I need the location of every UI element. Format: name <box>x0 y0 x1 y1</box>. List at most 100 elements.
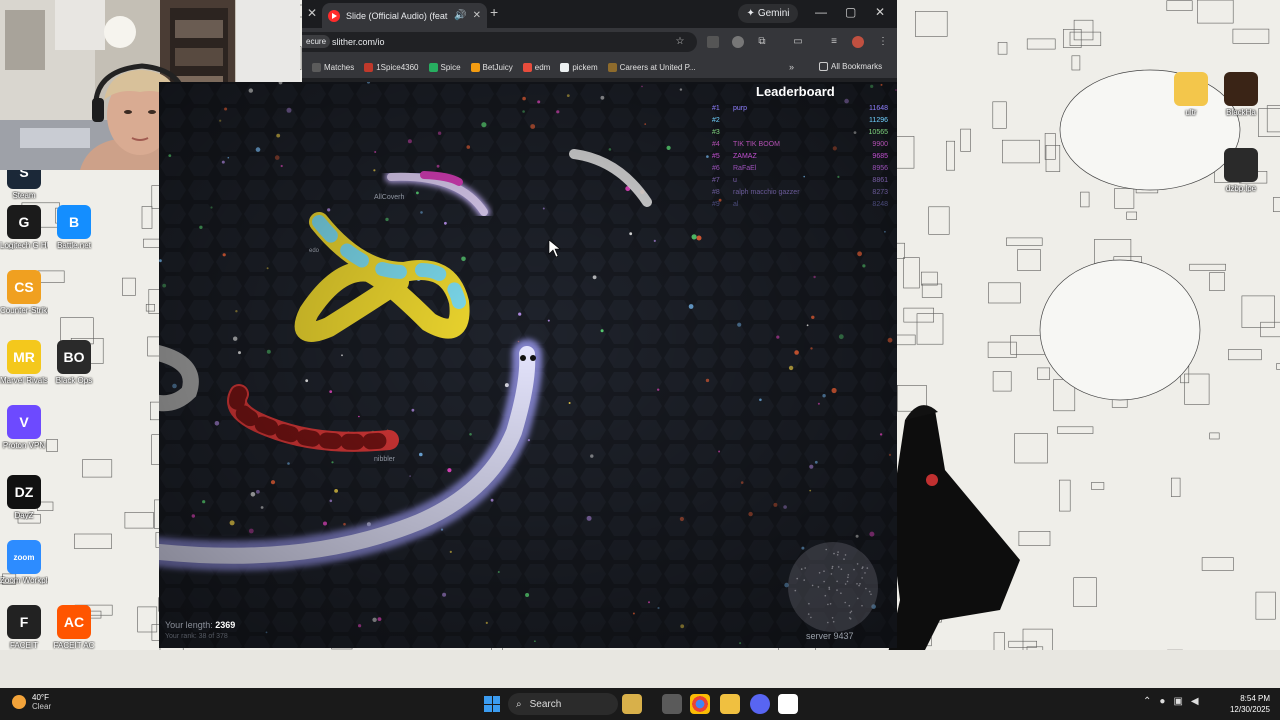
app-icon: zoom <box>7 540 41 574</box>
chevron-up-icon[interactable]: ⌃ <box>1143 696 1151 707</box>
speaker-icon[interactable]: 🔊 <box>454 10 466 21</box>
volume-icon[interactable]: ◀ <box>1191 696 1199 707</box>
extension-icon[interactable] <box>707 36 719 48</box>
bookmark-item[interactable]: edm <box>522 62 550 72</box>
app-icon: DZ <box>7 475 41 509</box>
media-control-icon[interactable]: ≡ <box>828 36 840 48</box>
not-secure-chip[interactable]: ecure <box>302 35 331 48</box>
microphone-icon[interactable]: ● <box>1159 696 1165 707</box>
desktop-icon[interactable]: F FACEIT <box>0 605 48 650</box>
leaderboard-name: ZAMAZ <box>733 153 757 160</box>
tab-title: Slide (Official Audio) (feat. <box>346 10 449 21</box>
desktop-icon[interactable]: zoom Zoom Workplace <box>0 540 48 585</box>
leaderboard-row: #9 al 8248 <box>712 199 888 211</box>
kebab-menu-icon[interactable]: ⋮ <box>877 36 889 48</box>
start-button[interactable] <box>484 696 500 712</box>
tab-close-icon[interactable]: ✕ <box>473 10 481 21</box>
profile-extension-icon[interactable] <box>732 36 744 48</box>
gemini-button[interactable]: ✦ Gemini <box>738 4 798 23</box>
clock-time: 8:54 PM <box>1240 694 1270 703</box>
bookmark-favicon-icon <box>607 62 617 72</box>
desktop-icon[interactable]: V Proton VPN <box>0 405 48 450</box>
bookmark-favicon-icon <box>560 62 570 72</box>
leaderboard-score: 8273 <box>872 189 888 196</box>
desktop-icon[interactable]: B Battle.net <box>50 205 98 250</box>
app-icon <box>1224 72 1258 106</box>
notes-app-icon[interactable] <box>778 694 798 714</box>
all-bookmarks[interactable]: All Bookmarks <box>819 62 882 71</box>
bookmark-item[interactable]: Careers at United P... <box>607 62 696 72</box>
bookmark-item[interactable]: pickem <box>560 62 598 72</box>
leaderboard-rank: #5 <box>712 153 720 160</box>
bookmark-label: pickem <box>572 62 598 72</box>
search-label: Search <box>529 698 562 710</box>
leaderboard-rank: #9 <box>712 201 720 208</box>
desktop-icon-label: Steam <box>12 191 36 200</box>
bookmark-item[interactable]: Spice <box>428 62 461 72</box>
puzzle-extensions-icon[interactable]: ⧉ <box>756 36 768 48</box>
leaderboard-score: 8861 <box>872 177 888 184</box>
close-window-icon[interactable]: ✕ <box>875 5 885 19</box>
new-tab-icon[interactable]: + <box>490 4 498 20</box>
bookmark-favicon-icon <box>312 62 321 72</box>
task-view-icon[interactable] <box>662 694 682 714</box>
star-bookmark-icon[interactable]: ☆ <box>674 36 686 48</box>
your-length-label: Your length: <box>165 620 213 630</box>
folder-icon <box>819 62 828 71</box>
discord-app-icon[interactable] <box>750 694 770 714</box>
leaderboard-name: u <box>733 177 737 184</box>
snake-name-label: nibbler <box>374 456 396 463</box>
desktop-icon[interactable]: AC FACEIT AC <box>50 605 98 650</box>
leaderboard-row: #5 ZAMAZ 9685 <box>712 151 888 163</box>
leaderboard-score: 9900 <box>872 141 888 148</box>
omnibox[interactable]: ecure slither.com/io ☆ <box>302 32 697 52</box>
tab-bar: ✕ Slide (Official Audio) (feat. 🔊 ✕ + ✦ … <box>302 0 897 28</box>
desktop-icon[interactable]: ultr <box>1167 72 1215 117</box>
file-explorer-icon[interactable] <box>720 694 740 714</box>
desktop-icon[interactable]: DZ DayZ <box>0 475 48 520</box>
desktop-icon[interactable]: CS Counter-Strike 2 <box>0 270 48 315</box>
desktop-icon-label: FACEIT <box>9 641 38 650</box>
desktop-icon[interactable]: BlackHa <box>1217 72 1265 117</box>
leaderboard-name: ralph macchio gazzer <box>733 189 800 196</box>
avatar[interactable] <box>852 36 864 48</box>
leaderboard-score: 10565 <box>868 129 888 136</box>
desktop-icon[interactable]: G Logitech G HUB <box>0 205 48 250</box>
taskbar-search[interactable]: ⌕ Search <box>508 693 618 715</box>
bookmark-label: 1Spice4360 <box>376 62 419 72</box>
desktop-icon[interactable]: BO Black Ops <box>50 340 98 385</box>
prev-tab-close-icon[interactable]: ✕ <box>307 6 317 20</box>
clock[interactable]: 8:54 PM 12/30/2025 <box>1220 693 1270 715</box>
desktop-icon-label: BlackHa <box>1226 108 1256 117</box>
desktop-icon[interactable]: MR Marvel Rivals <box>0 340 48 385</box>
url-text[interactable]: slither.com/io <box>332 37 385 47</box>
desktop-icon-label: Battle.net <box>57 241 91 250</box>
bookmark-item[interactable]: 1Spice4360 <box>364 62 419 72</box>
maximize-icon[interactable]: ▢ <box>845 5 856 19</box>
leaderboard-title: Leaderboard <box>756 84 835 99</box>
widgets-app-icon[interactable] <box>622 694 642 714</box>
minimize-icon[interactable]: — <box>815 5 827 19</box>
slither-game-canvas[interactable]: AllCoverh nibbler edo Leaderboard #1 purp… <box>159 82 897 648</box>
leaderboard-score: 8248 <box>872 201 888 208</box>
leaderboard-row: #1 purp 11648 <box>712 103 888 115</box>
chrome-app-icon[interactable] <box>690 694 710 714</box>
network-icon[interactable]: ▣ <box>1173 696 1182 707</box>
snake-name-label: AllCoverh <box>374 194 405 201</box>
leaderboard-row: #6 RaFaEl 8956 <box>712 163 888 175</box>
bookmark-item[interactable]: Matches <box>312 62 354 72</box>
desktop-icon-label: Logitech G HUB <box>0 241 48 250</box>
desktop-icon[interactable]: dzbp.lpe <box>1217 148 1265 193</box>
desktop-icon-label: DayZ <box>14 511 34 520</box>
bookmark-label: Careers at United P... <box>619 62 696 72</box>
leaderboard-score: 9685 <box>872 153 888 160</box>
leaderboard-row: #3 10565 <box>712 127 888 139</box>
more-bookmarks-icon[interactable]: » <box>789 62 794 72</box>
leaderboard-score: 8956 <box>872 165 888 172</box>
cast-icon[interactable]: ▭ <box>792 36 804 48</box>
weather-widget[interactable]: 40°F Clear <box>12 693 51 711</box>
all-bookmarks-label: All Bookmarks <box>831 62 883 71</box>
bookmark-favicon-icon <box>364 62 374 72</box>
bookmark-item[interactable]: BetJuicy <box>470 62 513 72</box>
tab-active[interactable]: Slide (Official Audio) (feat. 🔊 ✕ <box>322 3 487 28</box>
